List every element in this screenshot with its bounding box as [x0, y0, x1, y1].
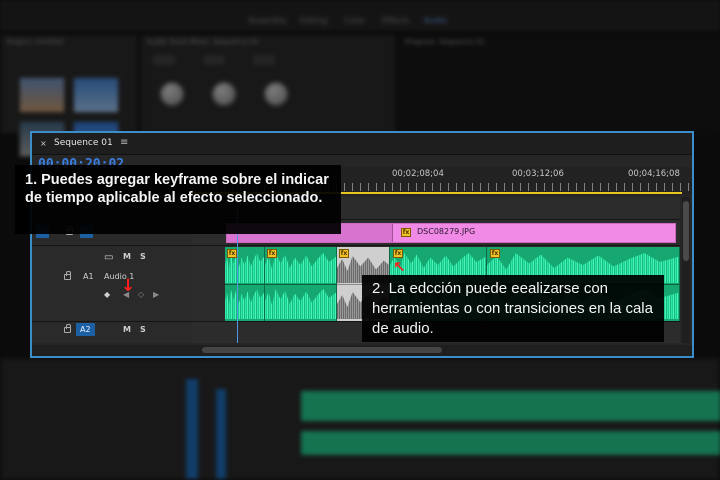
- a2-solo-button[interactable]: S: [140, 325, 146, 334]
- callout-keyframe: 1. Puedes agregar keyframe sobre el indi…: [15, 165, 341, 234]
- project-thumbnail[interactable]: [19, 77, 65, 113]
- workspace-tab-assembly[interactable]: Assembly: [248, 16, 287, 25]
- project-panel-title: Project: Untitled: [7, 38, 64, 46]
- workspace-tab-editing[interactable]: Editing: [300, 16, 328, 25]
- a2-track-id[interactable]: A2: [76, 323, 95, 336]
- ruler-label: 00;04;16;08: [628, 169, 680, 179]
- add-keyframe-icon[interactable]: ◆: [104, 290, 110, 299]
- fx-badge-icon: fx: [401, 228, 411, 237]
- mixer-button[interactable]: [253, 55, 275, 65]
- a1-solo-button[interactable]: S: [140, 252, 146, 261]
- horizontal-scrollbar[interactable]: [32, 345, 692, 356]
- a1-lock-icon[interactable]: [64, 271, 71, 280]
- track-target-strip: [216, 389, 226, 479]
- waveform: [225, 289, 264, 319]
- audio-clip[interactable]: fx: [225, 247, 265, 321]
- project-thumbnail[interactable]: [73, 77, 119, 113]
- workspace-tab-color[interactable]: Color: [344, 16, 365, 25]
- workspace-bar: Assembly Editing Color Effects Audio: [0, 0, 720, 32]
- pan-knob[interactable]: [263, 81, 289, 107]
- track-target-strip: [186, 379, 198, 479]
- fx-badge-icon: fx: [393, 249, 403, 258]
- ruler-label: 00;02;08;04: [392, 169, 444, 179]
- clip-divider: [225, 284, 264, 285]
- waveform: [265, 289, 336, 319]
- audio-mixer-panel: Audio Track Mixer: Sequence 01: [140, 34, 396, 134]
- a1-track-id[interactable]: A1: [83, 272, 94, 281]
- a2-mute-button[interactable]: M: [123, 325, 131, 334]
- program-panel-title: Program: Sequence 01: [405, 38, 485, 46]
- next-keyframe-icon[interactable]: ▶: [153, 290, 159, 299]
- fx-badge-icon: fx: [227, 249, 237, 258]
- audio-clip[interactable]: fx: [265, 247, 337, 321]
- mixer-button[interactable]: [153, 55, 175, 65]
- a1-mic-icon[interactable]: ▭: [104, 252, 113, 263]
- ruler-label: 00;03;12;06: [512, 169, 564, 179]
- clip-divider: [265, 284, 336, 285]
- horizontal-scroll-thumb[interactable]: [202, 347, 442, 353]
- workspace-tab-audio[interactable]: Audio: [424, 16, 447, 25]
- project-panel: Project: Untitled: [0, 34, 138, 157]
- panel-menu-icon[interactable]: ≡: [120, 137, 128, 148]
- mixer-panel-title: Audio Track Mixer: Sequence 01: [147, 38, 259, 46]
- workspace-tab-effects[interactable]: Effects: [382, 16, 409, 25]
- pan-knob[interactable]: [211, 81, 237, 107]
- pan-knob[interactable]: [159, 81, 185, 107]
- red-down-arrow-icon: ↓: [121, 276, 136, 296]
- vertical-scroll-thumb[interactable]: [683, 201, 689, 261]
- fx-badge-icon: fx: [490, 249, 500, 258]
- fx-badge-icon: fx: [267, 249, 277, 258]
- mixer-button[interactable]: [203, 55, 225, 65]
- a1-mute-button[interactable]: M: [123, 252, 131, 261]
- close-tab-icon[interactable]: ×: [40, 139, 47, 148]
- timeline-tab-header: × Sequence 01 ≡: [32, 133, 692, 155]
- vertical-scrollbar[interactable]: [682, 197, 690, 343]
- keyframe-diamond-icon[interactable]: ◇: [138, 290, 144, 299]
- background-waveform: [301, 391, 720, 421]
- callout-audio-editing: 2. La edcción puede eealizarse con herra…: [362, 275, 664, 342]
- track-divider: [32, 245, 680, 246]
- red-up-left-arrow-icon: ↖: [393, 258, 406, 276]
- sequence-tab-title[interactable]: Sequence 01: [54, 138, 113, 148]
- lower-timeline-area: [0, 358, 720, 480]
- video-clip-name: DSC08279.JPG: [417, 227, 476, 236]
- a2-lock-icon[interactable]: [64, 324, 71, 333]
- fx-badge-icon: fx: [339, 249, 349, 258]
- background-waveform: [301, 431, 720, 455]
- program-monitor: Program: Sequence 01: [398, 34, 720, 134]
